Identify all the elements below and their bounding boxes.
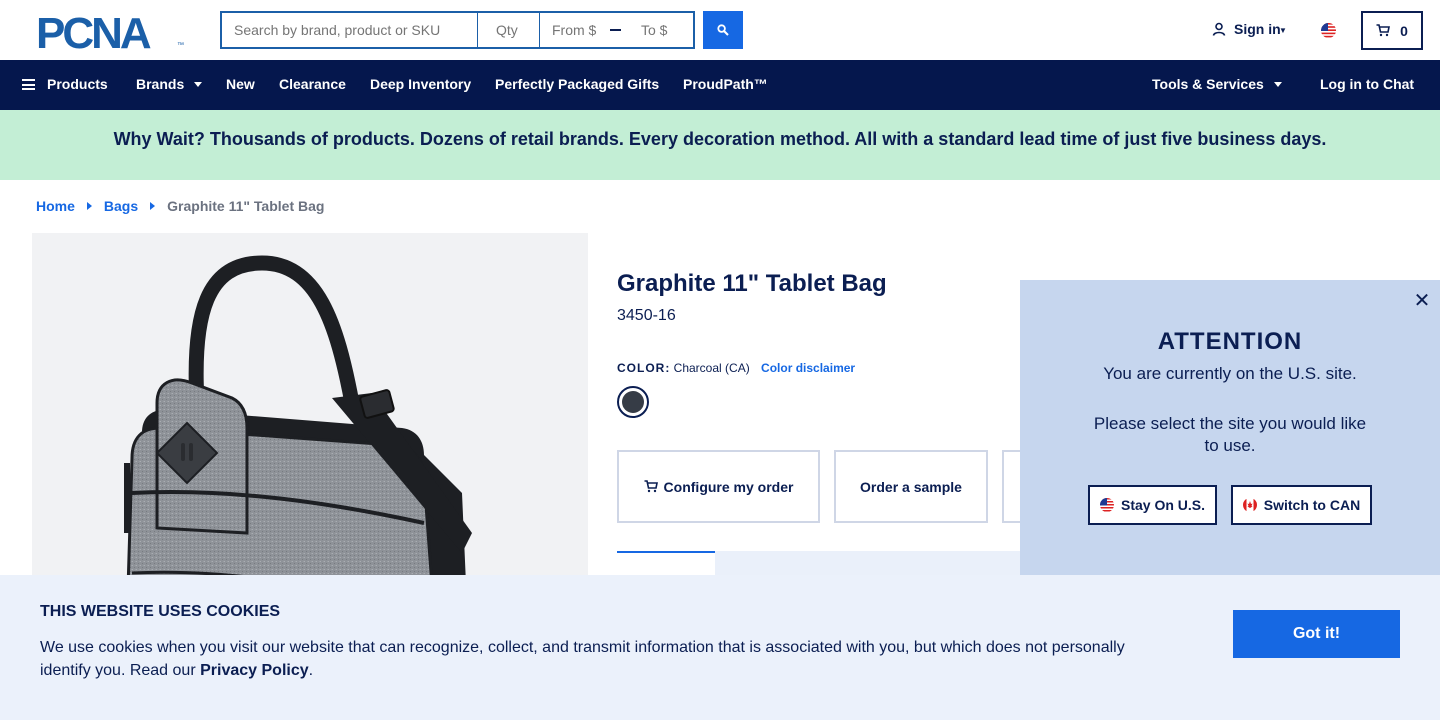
search-icon	[717, 24, 729, 36]
color-label: COLOR:	[617, 361, 671, 375]
nav-products[interactable]: Products	[22, 76, 108, 92]
close-icon[interactable]: ✕	[1412, 288, 1432, 313]
caret-down-icon	[194, 82, 203, 87]
logo-trademark: ™	[177, 42, 184, 49]
main-nav: Products Brands New Clearance Deep Inven…	[0, 60, 1440, 110]
privacy-policy-link[interactable]: Privacy Policy	[200, 662, 309, 679]
modal-line2: Please select the site you would like to…	[1093, 414, 1367, 455]
pcna-logo[interactable]: PCNA ™	[36, 9, 184, 58]
breadcrumb: Home Bags Graphite 11" Tablet Bag	[36, 198, 324, 214]
order-sample-label: Order a sample	[860, 478, 962, 495]
cart-icon	[644, 480, 658, 493]
modal-line1: You are currently on the U.S. site.	[1103, 364, 1357, 383]
switch-can-button[interactable]: Switch to CAN	[1231, 485, 1372, 525]
switch-can-label: Switch to CAN	[1263, 497, 1361, 513]
configure-order-label: Configure my order	[663, 478, 794, 495]
qty-input[interactable]	[478, 11, 540, 49]
us-flag-icon[interactable]	[1321, 23, 1336, 38]
swatch-fill	[622, 391, 644, 413]
breadcrumb-current: Graphite 11" Tablet Bag	[167, 198, 325, 214]
price-to-input[interactable]	[629, 22, 693, 38]
cart-icon	[1376, 24, 1391, 37]
cart-count: 0	[1400, 22, 1408, 39]
caret-down-icon	[1273, 82, 1282, 87]
nav-deep-inventory[interactable]: Deep Inventory	[370, 76, 471, 92]
hamburger-icon	[22, 79, 35, 90]
search-input[interactable]	[220, 11, 478, 49]
sign-in-button[interactable]: Sign in ▼	[1212, 21, 1287, 37]
color-disclaimer-link[interactable]: Color disclaimer	[761, 361, 855, 375]
price-range-dash	[610, 29, 621, 31]
color-row: COLOR: Charcoal (CA) Color disclaimer	[617, 361, 855, 375]
top-header: PCNA ™ Sign in ▼	[0, 0, 1440, 60]
search-bar	[220, 11, 695, 49]
promo-text: Why Wait? Thousands of products. Dozens …	[113, 129, 1327, 149]
nav-log-in-chat[interactable]: Log in to Chat	[1320, 76, 1414, 92]
sign-in-label: Sign in	[1234, 21, 1281, 37]
nav-proudpath[interactable]: ProudPath™	[683, 76, 768, 92]
price-range	[540, 11, 695, 49]
order-sample-button[interactable]: Order a sample	[834, 450, 988, 523]
color-swatch-charcoal[interactable]	[617, 386, 649, 418]
price-from-input[interactable]	[540, 22, 604, 38]
cookie-period: .	[308, 662, 314, 679]
breadcrumb-separator-icon	[86, 202, 92, 210]
sign-in-caret-icon: ▼	[1279, 26, 1287, 35]
cookie-text: We use cookies when you visit our websit…	[40, 636, 1150, 682]
canada-flag-icon	[1242, 498, 1257, 512]
cookie-banner: THIS WEBSITE USES COOKIES We use cookies…	[0, 575, 1440, 720]
nav-products-label: Products	[47, 76, 108, 92]
logo-text: PCNA	[36, 9, 152, 58]
nav-new[interactable]: New	[226, 76, 255, 92]
breadcrumb-home[interactable]: Home	[36, 198, 75, 214]
nav-tools-services-label: Tools & Services	[1152, 76, 1264, 92]
nav-tools-services[interactable]: Tools & Services	[1152, 76, 1282, 92]
modal-title: ATTENTION	[1157, 328, 1303, 355]
nav-clearance[interactable]: Clearance	[279, 76, 346, 92]
configure-order-button[interactable]: Configure my order	[617, 450, 820, 523]
breadcrumb-separator-icon	[150, 202, 156, 210]
user-icon	[1212, 22, 1226, 36]
product-title: Graphite 11" Tablet Bag	[617, 270, 887, 297]
us-flag-icon	[1099, 498, 1114, 512]
nav-brands[interactable]: Brands	[136, 76, 203, 92]
nav-perfectly-packaged-gifts[interactable]: Perfectly Packaged Gifts	[495, 76, 659, 92]
cookie-title: THIS WEBSITE USES COOKIES	[40, 603, 281, 620]
color-value: Charcoal (CA)	[673, 361, 750, 375]
region-modal: ✕ ATTENTION You are currently on the U.S…	[1020, 280, 1440, 575]
product-sku: 3450-16	[617, 307, 676, 324]
stay-us-button[interactable]: Stay On U.S.	[1088, 485, 1217, 525]
promo-banner: Why Wait? Thousands of products. Dozens …	[0, 110, 1440, 180]
search-button[interactable]	[703, 11, 743, 49]
cookie-accept-button[interactable]: Got it!	[1233, 610, 1400, 658]
nav-brands-label: Brands	[136, 76, 185, 92]
stay-us-label: Stay On U.S.	[1120, 497, 1206, 513]
cart-button[interactable]: 0	[1361, 11, 1423, 50]
breadcrumb-bags[interactable]: Bags	[104, 198, 138, 214]
